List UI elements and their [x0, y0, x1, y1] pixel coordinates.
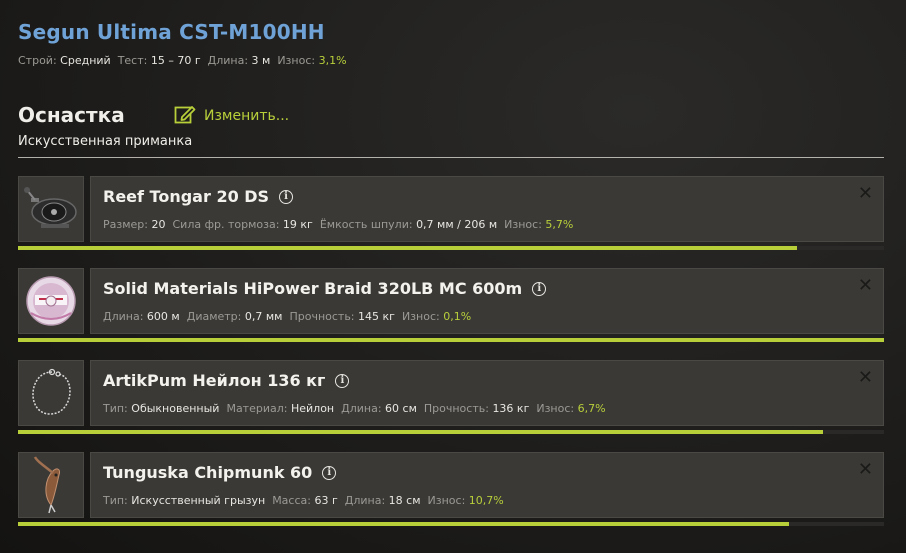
- wear-value: 6,7%: [577, 402, 606, 415]
- tackle-item[interactable]: Solid Materials HiPower Braid 320LB MC 6…: [18, 268, 884, 342]
- stat-label: Износ:: [504, 218, 542, 231]
- item-props: Тип: Обыкновенный Материал: Нейлон Длина: …: [103, 402, 606, 415]
- edit-icon: [174, 104, 196, 128]
- stat-value: 145 кг: [358, 310, 395, 323]
- stat-value: 18 см: [388, 494, 421, 507]
- condition-bar-fill: [18, 522, 789, 526]
- rod-title: Segun Ultima CST-M100HH: [18, 20, 325, 44]
- section-title: Оснастка: [18, 103, 125, 127]
- stat-value: Средний: [60, 54, 111, 67]
- stat-label: Размер:: [103, 218, 148, 231]
- remove-icon[interactable]: ✕: [858, 275, 873, 296]
- wear-value: 0,1%: [443, 310, 472, 323]
- condition-bar-fill: [18, 430, 824, 434]
- stat-label: Тест:: [117, 54, 148, 67]
- stat-value: 20: [151, 218, 166, 231]
- item-panel[interactable]: Solid Materials HiPower Braid 320LB MC 6…: [90, 268, 884, 334]
- stat-label: Длина:: [103, 310, 144, 323]
- item-props: Длина: 600 м Диаметр: 0,7 мм Прочность: 14…: [103, 310, 471, 323]
- stat-label: Диаметр:: [186, 310, 242, 323]
- info-icon[interactable]: i: [335, 373, 350, 388]
- info-icon[interactable]: i: [279, 189, 294, 204]
- stat-label: Длина:: [207, 54, 249, 67]
- stat-label: Износ:: [536, 402, 575, 415]
- item-name-text: Solid Materials HiPower Braid 320LB MC 6…: [103, 279, 523, 298]
- info-icon[interactable]: i: [322, 465, 337, 480]
- rod-stats: Строй: Средний Тест: 15 – 70 г Длина: 3 м И…: [18, 54, 347, 67]
- divider: [18, 157, 884, 158]
- condition-bar: [18, 338, 884, 342]
- tackle-item[interactable]: Tunguska Chipmunk 60 i Тип: Искусственный …: [18, 452, 884, 526]
- stat-value: Обыкновенный: [131, 402, 220, 415]
- stat-value: 19 кг: [282, 218, 313, 231]
- stat-value: 0,7 мм: [244, 310, 283, 323]
- condition-bar: [18, 430, 884, 434]
- reel-icon: [18, 176, 84, 242]
- item-panel[interactable]: Tunguska Chipmunk 60 i Тип: Искусственный …: [90, 452, 884, 518]
- item-name: Reef Tongar 20 DS i: [103, 187, 294, 206]
- edit-button[interactable]: Изменить...: [174, 104, 289, 128]
- stat-label: Тип:: [103, 494, 128, 507]
- condition-bar-fill: [18, 246, 798, 250]
- item-name-text: Reef Tongar 20 DS: [103, 187, 270, 206]
- stat-label: Прочность:: [423, 402, 489, 415]
- wear-value: 10,7%: [468, 494, 504, 507]
- item-name: ArtikPum Нейлон 136 кг i: [103, 371, 350, 390]
- wear-value: 3,1%: [318, 54, 347, 67]
- stat-label: Сила фр. тормоза:: [172, 218, 280, 231]
- remove-icon[interactable]: ✕: [858, 367, 873, 388]
- section-subtitle: Искусственная приманка: [18, 134, 193, 149]
- edit-label: Изменить...: [204, 108, 290, 124]
- item-name-text: ArtikPum Нейлон 136 кг: [103, 371, 326, 390]
- condition-bar: [18, 246, 884, 250]
- stat-label: Длина:: [341, 402, 382, 415]
- item-name: Tunguska Chipmunk 60 i: [103, 463, 337, 482]
- item-props: Тип: Искусственный грызун Масса: 63 г Длин…: [103, 494, 504, 507]
- remove-icon[interactable]: ✕: [858, 459, 873, 480]
- condition-bar: [18, 522, 884, 526]
- wear-value: 5,7%: [545, 218, 574, 231]
- condition-bar-fill: [18, 338, 884, 342]
- stat-label: Тип:: [103, 402, 128, 415]
- stat-value: 60 см: [385, 402, 417, 415]
- item-panel[interactable]: ArtikPum Нейлон 136 кг i Тип: Обыкновенный…: [90, 360, 884, 426]
- stat-label: Материал:: [226, 402, 288, 415]
- stat-label: Длина:: [344, 494, 386, 507]
- stat-value: 136 кг: [492, 402, 530, 415]
- leader-icon: [18, 360, 84, 426]
- stat-value: 0,7 мм / 206 м: [416, 218, 498, 231]
- stat-value: Искусственный грызун: [131, 494, 266, 507]
- stat-label: Ёмкость шпули:: [319, 218, 413, 231]
- stat-value: 600 м: [146, 310, 180, 323]
- item-name: Solid Materials HiPower Braid 320LB MC 6…: [103, 279, 547, 298]
- stat-label: Износ:: [401, 310, 440, 323]
- stat-label: Износ:: [277, 54, 316, 67]
- tackle-item[interactable]: ArtikPum Нейлон 136 кг i Тип: Обыкновенный…: [18, 360, 884, 434]
- stat-value: 3 м: [251, 54, 271, 67]
- stat-value: 63 г: [314, 494, 338, 507]
- info-icon[interactable]: i: [532, 281, 547, 296]
- stat-value: Нейлон: [290, 402, 335, 415]
- lure-icon: [18, 452, 84, 518]
- stat-label: Масса:: [272, 494, 311, 507]
- item-props: Размер: 20 Сила фр. тормоза: 19 кг Ёмкость…: [103, 218, 573, 231]
- remove-icon[interactable]: ✕: [858, 183, 873, 204]
- item-panel[interactable]: Reef Tongar 20 DS i Размер: 20 Сила фр. тор…: [90, 176, 884, 242]
- stat-value: 15 – 70 г: [150, 54, 201, 67]
- stat-label: Износ:: [427, 494, 466, 507]
- tackle-item[interactable]: Reef Tongar 20 DS i Размер: 20 Сила фр. тор…: [18, 176, 884, 250]
- stat-label: Прочность:: [289, 310, 355, 323]
- line-spool-icon: [18, 268, 84, 334]
- stat-label: Строй:: [18, 54, 57, 67]
- item-name-text: Tunguska Chipmunk 60: [103, 463, 313, 482]
